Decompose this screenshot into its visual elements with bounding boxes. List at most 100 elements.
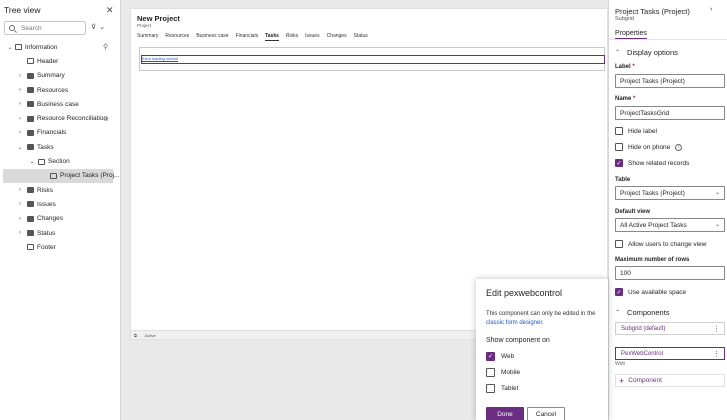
hide-label-checkbox[interactable]: Hide label — [615, 127, 657, 135]
chevron-down-icon[interactable]: ⌄ — [17, 144, 23, 151]
name-field-label: Name * — [615, 96, 636, 102]
tree-item-label: Changes — [37, 215, 64, 223]
max-rows-field[interactable]: 100 — [615, 266, 725, 280]
tab-financials[interactable]: Financials — [236, 33, 259, 39]
table-dropdown[interactable]: Project Tasks (Project) ⌄ — [615, 186, 725, 200]
edit-component-dialog: Edit pexwebcontrol This component can on… — [476, 279, 608, 420]
tree-item-section[interactable]: ⌄ Section — [0, 154, 121, 168]
tab-status[interactable]: Status — [354, 33, 368, 39]
tab-icon — [27, 230, 34, 236]
chevron-right-icon[interactable]: › — [17, 187, 23, 193]
tab-summary[interactable]: Summary — [137, 33, 158, 39]
component-subgrid-default[interactable]: Subgrid (default) ⋮ — [615, 322, 725, 335]
tree-item-status[interactable]: › Status — [0, 226, 121, 240]
tab-icon — [27, 201, 34, 208]
tab-icon — [27, 144, 34, 151]
chevron-up-icon: ⌃ — [615, 50, 621, 56]
tree-item-financials[interactable]: › Financials — [0, 126, 121, 140]
info-icon[interactable]: i — [675, 143, 683, 151]
chevron-right-icon[interactable]: › — [17, 201, 23, 207]
tree-item-summary[interactable]: › Summary — [0, 69, 121, 83]
chevron-right-icon[interactable]: › — [17, 87, 23, 93]
tree-item-label: Business case — [37, 100, 79, 108]
tab-resources[interactable]: Resources — [165, 33, 189, 39]
chevron-right-icon[interactable]: › — [17, 130, 23, 136]
window-icon: ⧉ — [134, 332, 137, 338]
tab-changes[interactable]: Changes — [327, 33, 347, 39]
tab-tasks[interactable]: Tasks — [265, 33, 279, 41]
show-related-checkbox[interactable]: ✓ Show related records — [615, 159, 689, 167]
chevron-right-icon[interactable]: › — [17, 73, 23, 79]
form-title: New Project — [137, 14, 180, 23]
chevron-right-icon[interactable]: › — [17, 101, 23, 107]
tab-divider — [609, 39, 727, 40]
search-placeholder: Search — [21, 24, 42, 32]
grid-icon — [50, 172, 57, 179]
tree-item-label: Issues — [37, 200, 56, 208]
max-rows-label: Maximum number of rows — [615, 257, 690, 263]
chevron-down-icon[interactable]: ⌄ — [29, 158, 35, 165]
web-checkbox[interactable]: ✓ Web — [486, 352, 514, 361]
tree-item-resources[interactable]: › Resources — [0, 83, 121, 97]
allow-change-view-checkbox[interactable]: Allow users to change view — [615, 240, 706, 248]
tree-item-label: Resources — [37, 86, 69, 94]
tree-item-resource-reconciliation[interactable]: › Resource Reconciliation ⊘ — [0, 111, 121, 125]
more-icon[interactable]: ⋮ — [713, 350, 720, 358]
tree-item-information[interactable]: ⌄ Information ⚲ — [0, 40, 121, 54]
chevron-up-icon: ⌃ — [615, 310, 621, 316]
tab-properties[interactable]: Properties — [615, 30, 647, 40]
pin-icon[interactable]: ⚲ — [103, 43, 108, 51]
chevron-right-icon[interactable]: › — [710, 6, 712, 13]
error-loading-link[interactable]: Error loading control — [142, 56, 178, 61]
tree-item-label: Summary — [37, 72, 65, 80]
tab-icon — [27, 87, 34, 94]
use-available-space-checkbox[interactable]: ✓ Use available space — [615, 288, 686, 296]
tab-issues[interactable]: Issues — [305, 33, 319, 39]
search-input[interactable]: Search — [4, 21, 86, 35]
filter-icon[interactable]: ⊽ ⌄ — [91, 23, 105, 31]
name-field[interactable]: ProjectTasksGrid — [615, 106, 725, 120]
tree-list: ⌄ Information ⚲ Header › Summary › Resou… — [0, 40, 121, 254]
tree-item-project-tasks[interactable]: Project Tasks (Proj... — [3, 168, 119, 183]
table-label: Table — [615, 177, 631, 183]
components-header[interactable]: ⌃ Components — [615, 308, 670, 317]
tree-item-risks[interactable]: › Risks — [0, 183, 121, 197]
tab-risks[interactable]: Risks — [286, 33, 298, 39]
more-icon[interactable]: ⋮ — [713, 325, 720, 333]
chevron-right-icon[interactable]: › — [17, 116, 23, 122]
form-section[interactable]: Error loading control — [139, 47, 605, 71]
default-view-dropdown[interactable]: All Active Project Tasks ⌄ — [615, 218, 725, 232]
cancel-button[interactable]: Cancel — [527, 407, 565, 420]
tree-item-label: Tasks — [37, 143, 54, 151]
chevron-down-icon: ⌄ — [714, 190, 720, 196]
tree-item-label: Status — [37, 229, 56, 237]
tree-view-title: Tree view — [4, 5, 41, 15]
tree-item-tasks[interactable]: ⌄ Tasks — [0, 140, 121, 154]
tree-item-business-case[interactable]: › Business case — [0, 97, 121, 111]
subgrid-placeholder[interactable] — [141, 55, 605, 64]
component-platform: Web — [615, 361, 626, 367]
hide-on-phone-checkbox[interactable]: Hide on phone i — [615, 143, 683, 151]
tablet-checkbox[interactable]: Tablet — [486, 384, 518, 393]
add-component-button[interactable]: + Component — [615, 374, 725, 387]
tree-item-footer[interactable]: Footer — [0, 240, 121, 254]
tree-item-header[interactable]: Header — [0, 54, 121, 68]
tree-item-changes[interactable]: › Changes — [0, 212, 121, 226]
component-pexwebcontrol[interactable]: PexWebControl ⋮ — [615, 347, 725, 360]
show-component-on-heading: Show component on — [486, 337, 550, 344]
display-options-header[interactable]: ⌃ Display options — [615, 48, 678, 57]
classic-form-designer-link[interactable]: classic form designer — [486, 320, 542, 326]
chevron-right-icon[interactable]: › — [17, 216, 23, 222]
label-field[interactable]: Project Tasks (Project) — [615, 74, 725, 88]
tree-item-issues[interactable]: › Issues — [0, 197, 121, 211]
section-icon — [38, 158, 45, 165]
chevron-right-icon[interactable]: › — [17, 230, 23, 236]
tab-business-case[interactable]: Business case — [196, 33, 228, 39]
chevron-down-icon[interactable]: ⌄ — [7, 44, 13, 51]
tree-item-label: Financials — [37, 129, 67, 137]
close-icon[interactable]: ✕ — [106, 5, 114, 16]
properties-panel: Project Tasks (Project) Subgrid › Proper… — [608, 0, 727, 420]
done-button[interactable]: Done — [486, 407, 524, 420]
tree-item-label: Resource Reconciliation — [37, 115, 108, 123]
mobile-checkbox[interactable]: Mobile — [486, 368, 520, 377]
